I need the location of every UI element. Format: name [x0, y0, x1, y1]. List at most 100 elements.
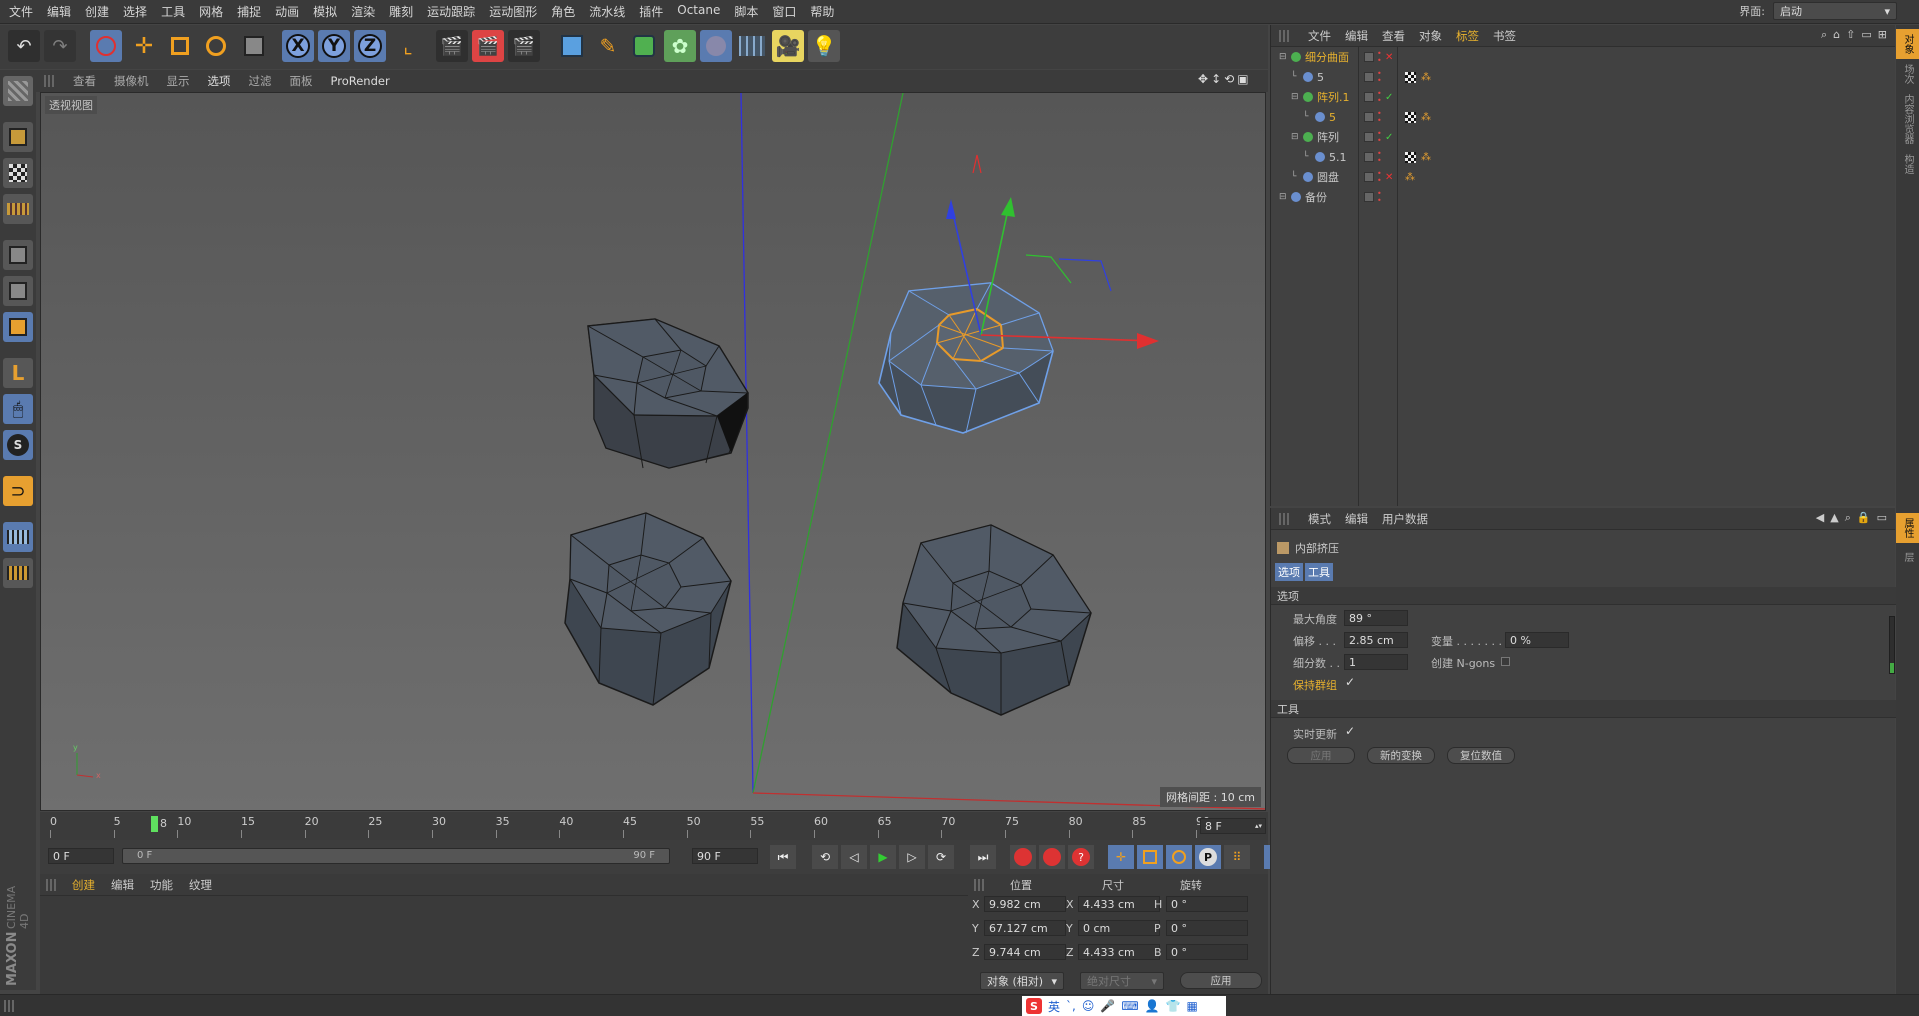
key-position-button[interactable]: ✛ [1108, 845, 1134, 869]
perspective-viewport[interactable]: 透视视图 y x 网格间距: 10 cm [40, 92, 1266, 811]
phong-tag-icon[interactable]: ⁂ [1421, 112, 1431, 123]
offset-field[interactable]: 2.85 cm [1344, 632, 1408, 648]
menu-item[interactable]: 网格 [192, 3, 230, 20]
viewport-menu-item[interactable]: ProRender [322, 74, 399, 88]
visibility-dots-icon[interactable]: • • [1377, 190, 1382, 205]
current-frame-field[interactable]: 8 F ▴▾ [1200, 818, 1266, 834]
new-window-icon[interactable]: ▭ [1861, 28, 1871, 42]
layer-color-swatch[interactable] [1364, 72, 1374, 82]
make-editable-button[interactable] [3, 76, 33, 106]
key-pla-button[interactable]: ⠿ [1224, 845, 1250, 869]
scale-tool-button[interactable] [164, 30, 196, 62]
up-arrow-icon[interactable]: ⇧ [1846, 28, 1855, 42]
mograph-cloner-button[interactable]: ✿ [664, 30, 696, 62]
texture-tag-icon[interactable] [1405, 151, 1416, 163]
size-mode-dropdown[interactable]: 绝对尺寸 ▾ [1080, 972, 1164, 990]
menu-item[interactable]: 帮助 [803, 3, 841, 20]
visibility-dots-icon[interactable]: • • [1377, 70, 1382, 85]
menu-item[interactable]: 选择 [116, 3, 154, 20]
coords-apply-button[interactable]: 应用 [1180, 972, 1262, 989]
dolly-icon[interactable]: ↕ [1211, 72, 1221, 86]
tree-toggle-icon[interactable]: └ [1291, 72, 1296, 82]
material-menu-item[interactable]: 功能 [142, 877, 181, 893]
layer-color-swatch[interactable] [1364, 92, 1374, 102]
phong-tag-icon[interactable]: ⁂ [1405, 172, 1415, 183]
maximize-icon[interactable]: ▣ [1237, 72, 1248, 86]
redo-button[interactable]: ↷ [44, 30, 76, 62]
rotate-tool-button[interactable] [200, 30, 232, 62]
coords-grip[interactable] [974, 879, 986, 891]
tab-tool[interactable]: 工具 [1305, 563, 1333, 581]
tree-toggle-icon[interactable]: ⊟ [1279, 192, 1287, 202]
key-scale-button[interactable] [1137, 845, 1163, 869]
pan-icon[interactable]: ✥ [1198, 72, 1208, 86]
subdivision-field[interactable]: 1 [1344, 654, 1408, 670]
tab-takes[interactable]: 场次 [1896, 59, 1919, 89]
viewport-menu-item[interactable]: 选项 [199, 73, 240, 89]
visibility-dots-icon[interactable]: • • [1377, 50, 1382, 65]
z-axis-lock-button[interactable]: Z [354, 30, 386, 62]
coords-value-field[interactable]: 67.127 cm [984, 920, 1066, 936]
coords-value-field[interactable]: 4.433 cm [1078, 896, 1160, 912]
undo-button[interactable]: ↶ [8, 30, 40, 62]
menu-item[interactable]: 模拟 [306, 3, 344, 20]
material-grip[interactable] [46, 879, 58, 891]
variance-field[interactable]: 0 % [1505, 632, 1569, 648]
menu-item[interactable]: 流水线 [582, 3, 632, 20]
render-picture-viewer-button[interactable]: 🎬 [472, 30, 504, 62]
tab-layers[interactable]: 层 [1896, 547, 1919, 567]
viewport-menu-item[interactable]: 过滤 [240, 73, 281, 89]
start-frame-field[interactable]: 0 F [48, 848, 114, 864]
enabled-check-icon[interactable]: ✓ [1385, 132, 1393, 143]
render-view-button[interactable]: 🎬 [436, 30, 468, 62]
tab-objects[interactable]: 对象 [1896, 29, 1919, 59]
menu-item[interactable]: 工具 [154, 3, 192, 20]
phong-tag-icon[interactable]: ⁂ [1421, 72, 1431, 83]
tab-structure[interactable]: 构造 [1896, 149, 1919, 179]
key-param-button[interactable]: P [1195, 845, 1221, 869]
coords-value-field[interactable]: 0 ° [1166, 944, 1248, 960]
prev-key-button[interactable]: ⟲ [812, 845, 838, 869]
reset-values-button[interactable]: 复位数值 [1447, 747, 1515, 764]
record-keys-button[interactable] [1010, 845, 1036, 869]
next-frame-button[interactable]: ▷ [899, 845, 925, 869]
object-manager-menu-item[interactable]: 查看 [1375, 28, 1412, 44]
coords-mode-dropdown[interactable]: 对象 (相对) ▾ [980, 972, 1064, 990]
next-key-button[interactable]: ⟳ [928, 845, 954, 869]
object-name[interactable]: 阵列 [1317, 129, 1339, 145]
visibility-dots-icon[interactable]: • • [1377, 90, 1382, 105]
recent-tool-button[interactable] [238, 30, 270, 62]
coords-value-field[interactable]: 4.433 cm [1078, 944, 1160, 960]
tab-content-browser[interactable]: 内容浏览器 [1896, 89, 1919, 149]
object-name[interactable]: 阵列.1 [1317, 89, 1350, 105]
planar-workplane-button[interactable] [3, 558, 33, 588]
object-row[interactable]: ⊟ 细分曲面 • • ✕ [1271, 47, 1896, 67]
play-button[interactable]: ▶ [870, 845, 896, 869]
attribute-scroll-indicator[interactable] [1889, 616, 1895, 674]
search-icon[interactable]: ⌕ [1821, 28, 1827, 42]
camera-button[interactable]: 🎥 [772, 30, 804, 62]
keep-groups-checkbox[interactable]: ✓ [1345, 675, 1355, 689]
menu-item[interactable]: 运动图形 [482, 3, 544, 20]
menu-item[interactable]: 编辑 [40, 3, 78, 20]
tweak-mode-button[interactable]: 🖱 [3, 394, 33, 424]
attribute-manager-menu-item[interactable]: 模式 [1301, 511, 1338, 527]
tree-toggle-icon[interactable]: └ [1303, 112, 1308, 122]
keyframe-selection-button[interactable]: ? [1068, 845, 1094, 869]
object-name[interactable]: 圆盘 [1317, 169, 1339, 185]
prev-frame-button[interactable]: ◁ [841, 845, 867, 869]
workplane-mode-button[interactable] [3, 194, 33, 224]
visibility-dots-icon[interactable]: • • [1377, 130, 1382, 145]
coords-value-field[interactable]: 0 cm [1078, 920, 1160, 936]
max-angle-field[interactable]: 89 ° [1344, 610, 1408, 626]
expand-icon[interactable]: ⊞ [1878, 28, 1887, 42]
menu-item[interactable]: 角色 [544, 3, 582, 20]
scene-floor-button[interactable] [736, 30, 768, 62]
texture-tag-icon[interactable] [1405, 71, 1416, 83]
object-manager-grip[interactable] [1279, 30, 1291, 42]
edge-mode-button[interactable] [3, 276, 33, 306]
layer-color-swatch[interactable] [1364, 172, 1374, 182]
tab-attributes[interactable]: 属性 [1896, 513, 1919, 543]
object-row[interactable]: └ 5 • • ⁂ [1271, 67, 1896, 87]
layout-dropdown[interactable]: 启动 ▾ [1773, 2, 1897, 20]
